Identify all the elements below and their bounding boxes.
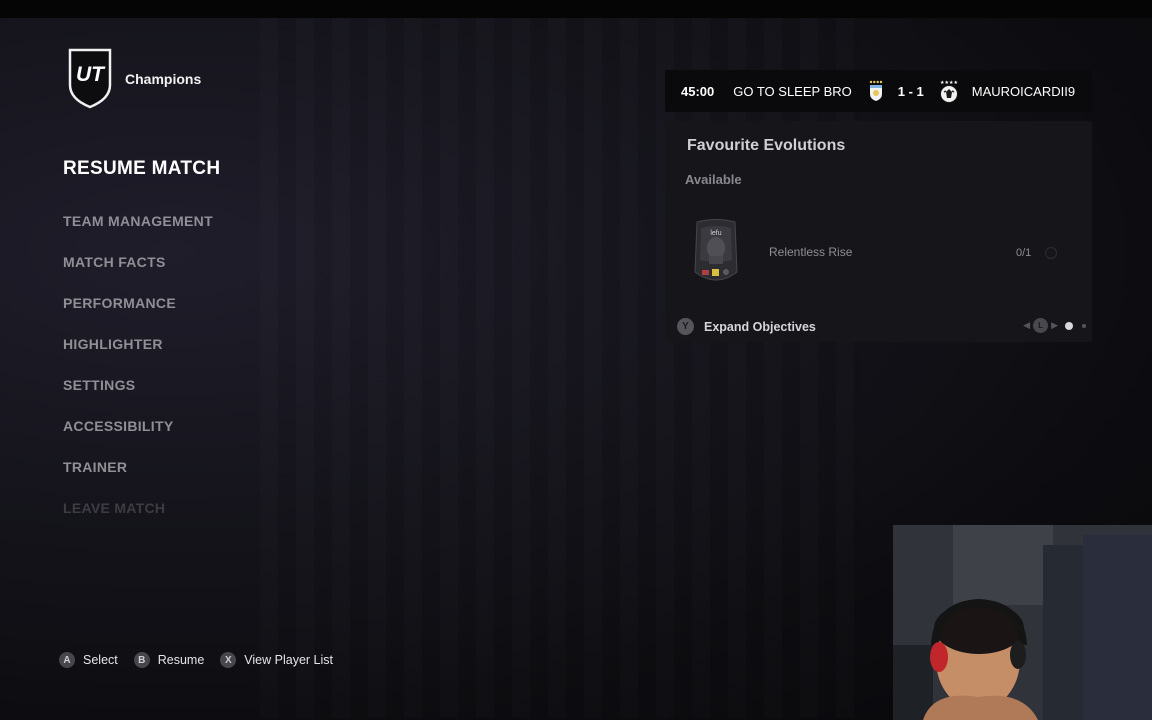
home-team-name: GO TO SLEEP BRO <box>733 83 852 99</box>
pause-menu: RESUME MATCH TEAM MANAGEMENT MATCH FACTS… <box>63 157 220 529</box>
match-clock: 45:00 <box>681 83 715 99</box>
progress-ring-icon <box>1045 247 1057 259</box>
menu-item-settings[interactable]: SETTINGS <box>63 365 220 406</box>
b-button-icon: B <box>133 652 150 668</box>
player-card-icon: lefu <box>691 218 741 286</box>
germany-crest-icon: ★★★★ <box>938 79 960 103</box>
scoreboard: 45:00 GO TO SLEEP BRO 1 - 1 ★★★★ MAUROIC… <box>665 70 1092 112</box>
menu-item-accessibility[interactable]: ACCESSIBILITY <box>63 406 220 447</box>
l-stick-icon: L <box>1033 318 1049 333</box>
evolutions-subtitle: Available <box>685 172 742 187</box>
chevron-right-icon: ▶ <box>1051 320 1058 330</box>
panel-pager[interactable]: ◀ L ▶ <box>1023 318 1086 333</box>
match-score: 1 - 1 <box>897 83 924 99</box>
hint-select[interactable]: A Select <box>59 652 118 668</box>
x-button-icon: X <box>220 652 237 668</box>
webcam-overlay <box>893 525 1152 720</box>
hint-view-player-list[interactable]: X View Player List <box>220 652 333 668</box>
game-mode-title: Champions <box>125 71 202 87</box>
evolution-name[interactable]: Relentless Rise <box>769 245 852 259</box>
svg-text:UT: UT <box>76 63 106 86</box>
chevron-left-icon: ◀ <box>1023 320 1031 330</box>
page-dot <box>1082 323 1086 328</box>
hint-view-player-list-label: View Player List <box>244 653 333 667</box>
favourite-evolutions-panel: Favourite Evolutions Available lefu Rele… <box>665 121 1092 342</box>
hint-resume-label: Resume <box>157 653 205 667</box>
menu-item-highlighter[interactable]: HIGHLIGHTER <box>63 324 220 365</box>
menu-item-leave-match[interactable]: LEAVE MATCH <box>63 488 220 529</box>
evolutions-title: Favourite Evolutions <box>687 137 846 154</box>
menu-item-trainer[interactable]: TRAINER <box>63 447 220 488</box>
page-dot-active <box>1065 321 1073 330</box>
menu-item-match-facts[interactable]: MATCH FACTS <box>63 242 220 283</box>
a-button-icon: A <box>59 652 75 668</box>
uruguay-crest-icon <box>868 80 884 102</box>
away-team-name: MAUROICARDII9 <box>971 83 1076 99</box>
ultimate-team-logo-icon: UT <box>67 47 113 109</box>
expand-objectives-button[interactable]: Y Expand Objectives <box>677 318 816 335</box>
hint-select-label: Select <box>83 653 118 667</box>
expand-objectives-label: Expand Objectives <box>704 319 816 334</box>
menu-item-resume-match[interactable]: RESUME MATCH <box>63 157 220 201</box>
y-button-icon: Y <box>677 318 694 335</box>
menu-item-performance[interactable]: PERFORMANCE <box>63 283 220 324</box>
menu-item-team-management[interactable]: TEAM MANAGEMENT <box>63 201 220 242</box>
svg-text:lefu: lefu <box>710 230 721 237</box>
hint-resume[interactable]: B Resume <box>133 652 205 668</box>
button-hints: A Select B Resume X View Player List <box>59 652 349 668</box>
evolution-progress: 0/1 <box>1016 247 1032 259</box>
top-letterbox-bar <box>0 0 1152 18</box>
